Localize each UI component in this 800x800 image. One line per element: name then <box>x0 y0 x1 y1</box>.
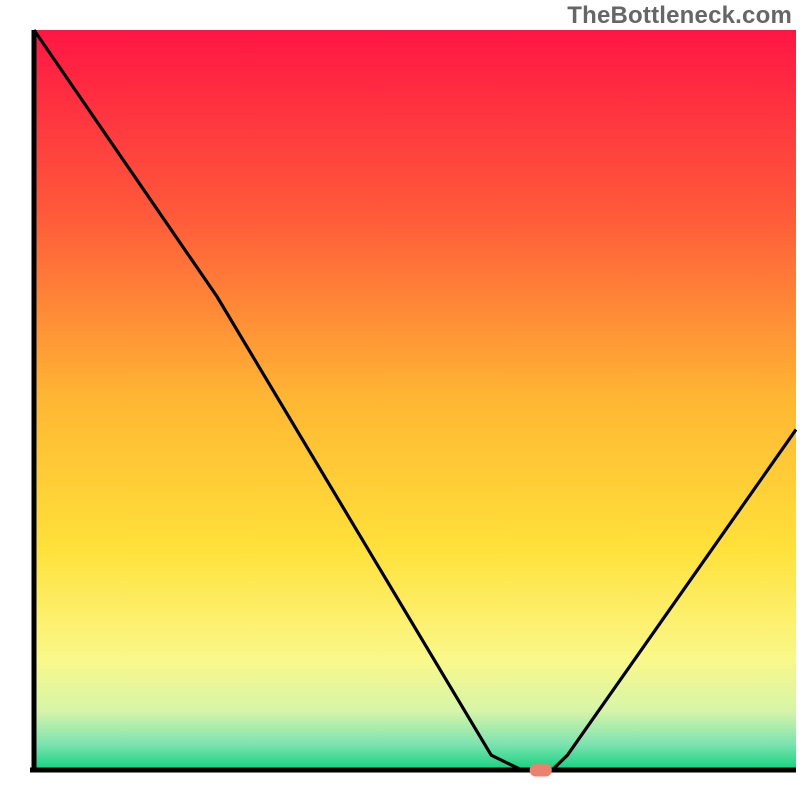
optimum-marker <box>530 764 552 777</box>
watermark-text: TheBottleneck.com <box>567 2 792 30</box>
chart-canvas <box>0 0 800 800</box>
bottleneck-chart: TheBottleneck.com <box>0 0 800 800</box>
plot-background <box>34 30 796 770</box>
